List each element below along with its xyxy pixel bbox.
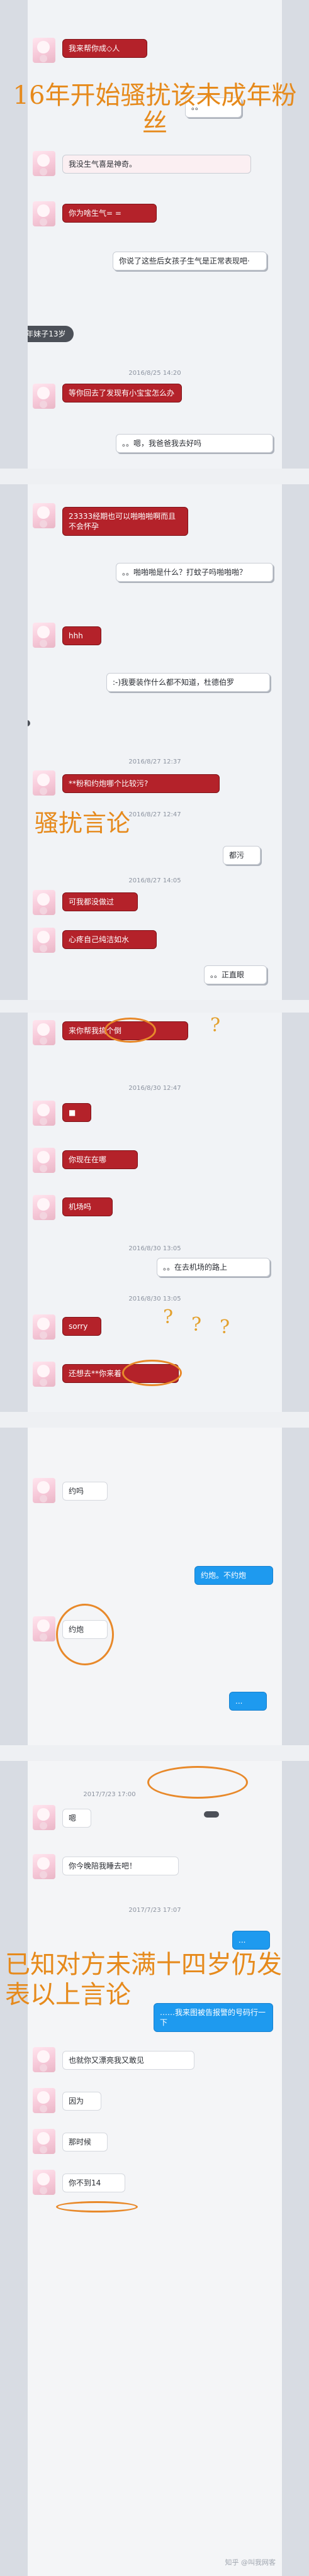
message-bubble: 都污 bbox=[223, 846, 261, 865]
chat-screenshot-5: 2017/7/23 17:00 嗯 你今晚陪我睡去吧！ 2017/7/23 17… bbox=[28, 1761, 282, 2576]
message-bubble: 23333经期也可以啪啪啪啊而且不会怀孕 bbox=[62, 507, 188, 536]
avatar bbox=[33, 384, 55, 409]
avatar bbox=[33, 1805, 55, 1830]
chat-screenshot-collage: 我来帮你成◇人 。。 我没生气喜是神奇。 你为啥生气= = 你说了这些后女孩子生… bbox=[0, 0, 309, 2576]
message-bubble: 也就你又漂亮我又敢见 bbox=[62, 2051, 194, 2070]
message-bubble: 约炮。不约炮 bbox=[194, 1566, 273, 1585]
message-bubble: 我没生气喜是神奇。 bbox=[62, 155, 251, 174]
screenshot-gap bbox=[0, 469, 309, 484]
timestamp: 2016/8/27 12:37 bbox=[128, 758, 181, 765]
question-mark: ? bbox=[163, 1306, 174, 1328]
message-bubble: 约吗 bbox=[62, 1482, 108, 1501]
chat-screenshot-3: 来你帮我搞个倒 ? 2016/8/30 12:47 ■ 你现在在哪 机场吗 20… bbox=[28, 1013, 282, 1412]
message-bubble: 我来帮你成◇人 bbox=[62, 39, 147, 58]
avatar bbox=[33, 1195, 55, 1220]
screenshot-gap bbox=[0, 1745, 309, 1761]
avatar bbox=[33, 38, 55, 63]
annotation-pill bbox=[204, 1811, 219, 1818]
message-bubble: 。。在去机场的路上 bbox=[157, 1258, 270, 1277]
message-bubble: **粉和约炮哪个比较污? bbox=[62, 774, 220, 793]
question-mark: ? bbox=[220, 1316, 230, 1338]
message-bubble: 心疼自己纯洁如水 bbox=[62, 930, 157, 949]
message-bubble: 嗯 bbox=[62, 1809, 91, 1828]
message-bubble: 那时候 bbox=[62, 2133, 108, 2151]
message-bubble: 你今晚陪我睡去吧！ bbox=[62, 1857, 179, 1875]
message-bubble: ... bbox=[229, 1692, 267, 1711]
timestamp: 2016/8/27 14:05 bbox=[128, 877, 181, 884]
annotation-text: 已知对方未满十四岁仍发表以上言论 bbox=[5, 1950, 282, 2009]
timestamp: 2016/8/30 12:47 bbox=[128, 1085, 181, 1092]
timestamp: 2016/8/30 13:05 bbox=[128, 1245, 181, 1252]
avatar bbox=[33, 1101, 55, 1126]
highlight-circle bbox=[56, 1604, 114, 1665]
message-bubble: 因为 bbox=[62, 2092, 101, 2111]
message-bubble: ... bbox=[232, 1931, 270, 1950]
avatar bbox=[33, 1020, 55, 1045]
avatar bbox=[33, 928, 55, 953]
chat-screenshot-4: 约吗 约炮。不约炮 约炮 ... bbox=[28, 1428, 282, 1745]
avatar bbox=[33, 1148, 55, 1173]
question-mark: ? bbox=[191, 1314, 202, 1336]
message-bubble: 等你回去了发现有小宝宝怎么办 bbox=[62, 384, 182, 402]
avatar bbox=[33, 2047, 55, 2072]
annotation-text: 骚扰言论 bbox=[35, 809, 131, 837]
highlight-circle bbox=[104, 1018, 156, 1043]
avatar bbox=[33, 201, 55, 226]
message-bubble: 你说了这些后女孩子生气是正常表现吧· bbox=[113, 252, 267, 270]
annotation-pill: 16年妹子13岁 bbox=[28, 326, 74, 342]
screenshot-gap bbox=[0, 1412, 309, 1428]
avatar bbox=[33, 1478, 55, 1503]
chat-screenshot-1: 我来帮你成◇人 。。 我没生气喜是神奇。 你为啥生气= = 你说了这些后女孩子生… bbox=[28, 0, 282, 469]
message-bubble: hhh bbox=[62, 626, 101, 645]
avatar bbox=[33, 151, 55, 176]
annotation-pill bbox=[28, 720, 30, 726]
avatar bbox=[33, 623, 55, 648]
message-bubble: 机场吗 bbox=[62, 1197, 113, 1216]
avatar bbox=[33, 1314, 55, 1340]
message-bubble: :-)我要装作什么都不知道，杜德伯罗 bbox=[106, 673, 270, 692]
message-bubble: 可我都没做过 bbox=[62, 892, 138, 911]
message-bubble: 你为啥生气= = bbox=[62, 204, 157, 223]
message-bubble: sorry bbox=[62, 1317, 101, 1336]
message-bubble: 你不到14 bbox=[62, 2174, 125, 2192]
avatar bbox=[33, 2170, 55, 2195]
message-bubble: 。。嗯，我爸爸我去好吗 bbox=[116, 434, 273, 453]
screenshot-gap bbox=[0, 1000, 309, 1013]
timestamp: 2016/8/30 13:05 bbox=[128, 1296, 181, 1302]
avatar bbox=[33, 1854, 55, 1879]
message-bubble: 。。啪啪啪是什么？打蚊子吗啪啪啪？ bbox=[116, 563, 273, 582]
message-bubble: 。。正直眼 bbox=[204, 965, 267, 984]
avatar bbox=[33, 1362, 55, 1387]
avatar bbox=[33, 503, 55, 528]
message-bubble: 你现在在哪 bbox=[62, 1150, 138, 1169]
watermark: 知乎 @叫我网客 bbox=[225, 2558, 276, 2567]
timestamp: 2016/8/25 14:20 bbox=[128, 370, 181, 377]
avatar bbox=[33, 770, 55, 796]
highlight-circle bbox=[122, 1360, 182, 1386]
question-mark: ? bbox=[210, 1014, 221, 1036]
avatar bbox=[33, 2129, 55, 2154]
avatar bbox=[33, 2088, 55, 2113]
annotation-text: 16年开始骚扰该未成年粉丝 bbox=[13, 81, 297, 138]
highlight-circle bbox=[147, 1766, 248, 1799]
avatar bbox=[33, 1616, 55, 1641]
underline-mark bbox=[56, 2201, 138, 2212]
avatar bbox=[33, 890, 55, 915]
timestamp: 2017/7/23 17:07 bbox=[128, 1907, 181, 1914]
message-bubble: ■ bbox=[62, 1103, 91, 1122]
chat-screenshot-2: 23333经期也可以啪啪啪啊而且不会怀孕 。。啪啪啪是什么？打蚊子吗啪啪啪？ h… bbox=[28, 484, 282, 1000]
